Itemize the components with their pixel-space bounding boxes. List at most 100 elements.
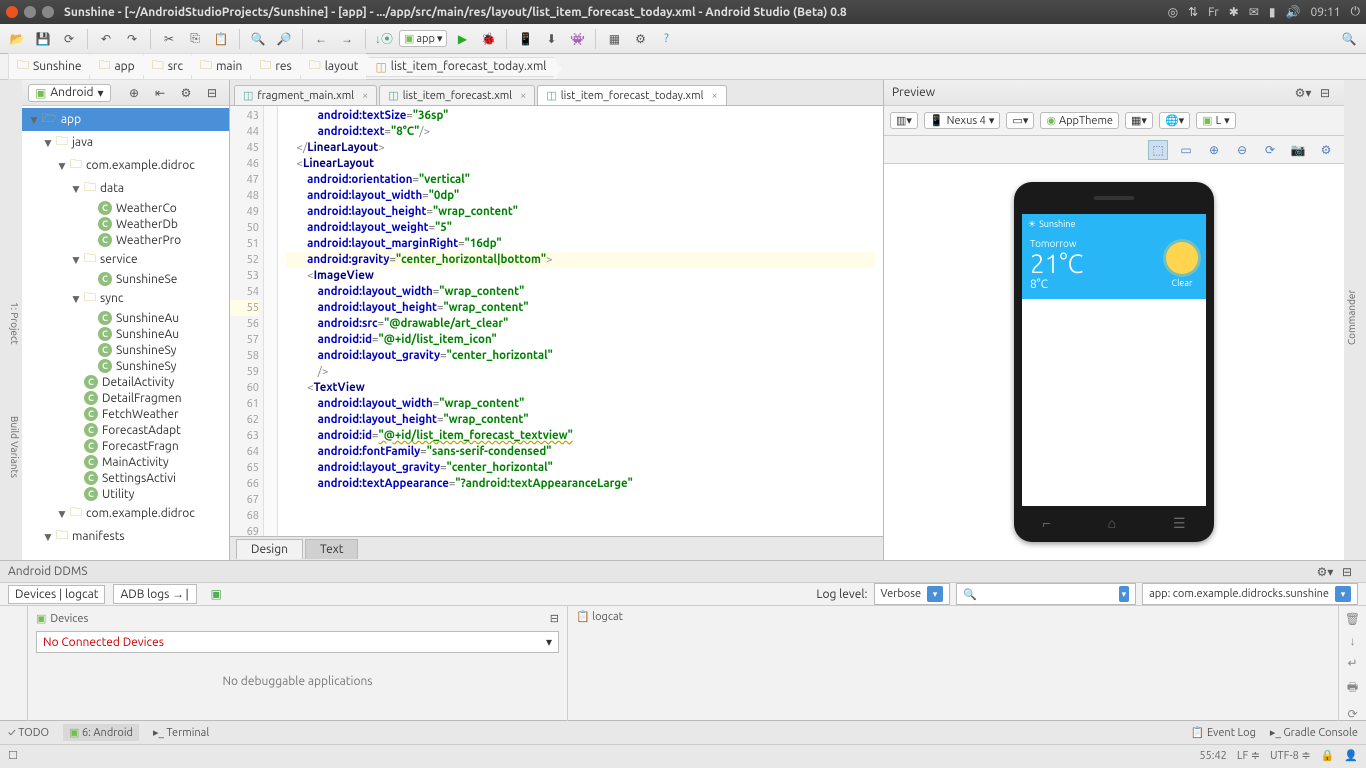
- editor-tab[interactable]: ◫fragment_main.xml×: [234, 85, 377, 105]
- design-tab[interactable]: Design: [236, 539, 303, 559]
- help-icon[interactable]: ?: [655, 28, 677, 50]
- logcat-scroll-icon[interactable]: ↓: [1350, 634, 1356, 648]
- tree-node[interactable]: CSunshineSe: [22, 271, 229, 287]
- ddms-hide-icon[interactable]: ⊟: [1336, 561, 1358, 583]
- mail-icon[interactable]: ✉: [1249, 5, 1259, 19]
- tree-node[interactable]: CWeatherDb: [22, 216, 229, 232]
- tree-node[interactable]: ▼🗀com.example.didroc: [22, 502, 229, 525]
- forward-icon[interactable]: →: [336, 28, 358, 50]
- avd-icon[interactable]: 📱: [514, 28, 536, 50]
- back-icon[interactable]: ←: [310, 28, 332, 50]
- line-ending[interactable]: LF ≑: [1237, 749, 1260, 762]
- zoom-out-icon[interactable]: ⊖: [1232, 140, 1252, 160]
- tree-node[interactable]: ▼🗀java: [22, 131, 229, 154]
- project-settings-icon[interactable]: ⊕: [123, 82, 145, 104]
- todo-tab[interactable]: ✓ TODO: [8, 727, 49, 739]
- event-log-tab[interactable]: 📋 Event Log: [1191, 726, 1256, 739]
- tree-node[interactable]: ▼🗀manifests: [22, 525, 229, 548]
- replace-icon[interactable]: 🔎: [273, 28, 295, 50]
- close-tab-icon[interactable]: ×: [520, 90, 526, 102]
- project-view-selector[interactable]: ▣ Android ▾: [28, 84, 111, 102]
- tree-node[interactable]: CWeatherCo: [22, 200, 229, 216]
- tree-node[interactable]: CDetailFragmen: [22, 390, 229, 406]
- tree-node[interactable]: CDetailActivity: [22, 374, 229, 390]
- editor-tab[interactable]: ◫list_item_forecast.xml×: [379, 85, 535, 105]
- close-tab-icon[interactable]: ×: [362, 90, 368, 102]
- ddms-tab-devices[interactable]: Devices | logcat: [8, 585, 105, 604]
- project-collapse-icon[interactable]: ⇤: [149, 82, 171, 104]
- code-editor[interactable]: android:textSize="36sp" android:text="8°…: [278, 106, 883, 536]
- debug-icon[interactable]: 🐞: [477, 28, 499, 50]
- preview-hide-icon[interactable]: ⊟: [1314, 82, 1336, 104]
- lock-icon[interactable]: 🔒: [1321, 749, 1335, 762]
- save-icon[interactable]: 💾: [32, 28, 54, 50]
- gutter-build-variants[interactable]: Build Variants: [7, 410, 22, 484]
- tree-node[interactable]: CSunshineSy: [22, 358, 229, 374]
- tree-node[interactable]: CSettingsActivi: [22, 470, 229, 486]
- tree-node[interactable]: ▼🗀sync: [22, 287, 229, 310]
- run-config-selector[interactable]: ▣app▾: [399, 30, 447, 47]
- breadcrumb-item[interactable]: 🗀layout: [300, 53, 367, 80]
- open-icon[interactable]: 📂: [6, 28, 28, 50]
- search-everywhere-icon[interactable]: 🔍: [1338, 28, 1360, 50]
- settings-icon[interactable]: ⚙: [629, 28, 651, 50]
- window-close-icon[interactable]: [6, 6, 18, 18]
- tree-node[interactable]: CSunshineSy: [22, 342, 229, 358]
- project-tree[interactable]: ▼🗁app▼🗀java▼🗀com.example.didroc▼🗀data CW…: [22, 106, 229, 560]
- cut-icon[interactable]: ✂: [158, 28, 180, 50]
- logcat-trash-icon[interactable]: 🗑: [1345, 612, 1360, 626]
- breadcrumb-item[interactable]: ◫list_item_forecast_today.xml: [366, 57, 554, 77]
- tree-node[interactable]: ▼🗁app: [22, 108, 229, 131]
- android-tab[interactable]: ▣ 6: Android: [63, 724, 139, 741]
- bluetooth-icon[interactable]: ✱: [1229, 5, 1239, 19]
- power-icon[interactable]: ⏻: [1351, 5, 1361, 19]
- gutter-project[interactable]: 1: Project: [7, 296, 22, 351]
- volume-icon[interactable]: 🔊: [1286, 5, 1301, 19]
- api-selector[interactable]: ▣L▾: [1196, 112, 1236, 129]
- breadcrumb-item[interactable]: 🗀main: [191, 53, 250, 80]
- clock[interactable]: 09:11: [1310, 6, 1340, 19]
- sync-icon[interactable]: ⟳: [58, 28, 80, 50]
- tree-node[interactable]: CUtility: [22, 486, 229, 502]
- sdk-icon[interactable]: ⬇: [540, 28, 562, 50]
- window-minimize-icon[interactable]: [24, 6, 36, 18]
- project-gear-icon[interactable]: ⚙: [175, 82, 197, 104]
- gradle-console-tab[interactable]: ▸_ Gradle Console: [1270, 726, 1358, 739]
- tree-node[interactable]: CForecastFragn: [22, 438, 229, 454]
- screenshot-button-icon[interactable]: ▣: [205, 583, 227, 605]
- device-selector[interactable]: 📱Nexus 4▾: [924, 112, 1001, 129]
- encoding[interactable]: UTF-8 ≑: [1270, 749, 1311, 762]
- hector-icon[interactable]: 👤: [1344, 749, 1358, 762]
- terminal-tab[interactable]: ▸_ Terminal: [153, 726, 209, 739]
- theme-selector[interactable]: ◉AppTheme: [1040, 112, 1119, 129]
- globe-selector[interactable]: 🌐▾: [1159, 112, 1190, 129]
- make-icon[interactable]: ↓⦿: [373, 28, 395, 50]
- screenshot-icon[interactable]: 📷: [1288, 140, 1308, 160]
- tree-node[interactable]: CForecastAdapt: [22, 422, 229, 438]
- breadcrumb-item[interactable]: 🗀Sunshine: [8, 53, 89, 80]
- ddms-gear-icon[interactable]: ⚙▾: [1314, 561, 1336, 583]
- preview-settings-icon[interactable]: ⚙: [1316, 140, 1336, 160]
- redo-icon[interactable]: ↷: [121, 28, 143, 50]
- status-toggle-icon[interactable]: ☐: [8, 749, 18, 762]
- tree-node[interactable]: ▼🗀com.example.didroc: [22, 154, 229, 177]
- text-tab[interactable]: Text: [305, 539, 359, 559]
- gutter-commander[interactable]: Commander: [1344, 283, 1359, 350]
- editor-tab[interactable]: ◫list_item_forecast_today.xml×: [537, 85, 726, 105]
- tree-node[interactable]: CSunshineAu: [22, 310, 229, 326]
- paste-icon[interactable]: 📋: [210, 28, 232, 50]
- tree-node[interactable]: CWeatherPro: [22, 232, 229, 248]
- zoom-in-icon[interactable]: ⊕: [1204, 140, 1224, 160]
- project-hide-icon[interactable]: ⊟: [201, 82, 223, 104]
- preview-gear-icon[interactable]: ⚙▾: [1292, 82, 1314, 104]
- render-config-selector[interactable]: ▥▾: [890, 112, 918, 129]
- logcat-restart-icon[interactable]: ⟳: [1347, 707, 1357, 721]
- fold-gutter[interactable]: [264, 106, 278, 536]
- tree-node[interactable]: CMainActivity: [22, 454, 229, 470]
- network-icon[interactable]: ⇅: [1188, 5, 1198, 19]
- logcat-wrap-icon[interactable]: ↵: [1347, 656, 1357, 670]
- viewport-icon[interactable]: ▭: [1176, 140, 1196, 160]
- tree-node[interactable]: ▼🗀data: [22, 177, 229, 200]
- copy-icon[interactable]: ⎘: [184, 28, 206, 50]
- select-mode-icon[interactable]: ⬚: [1148, 140, 1168, 160]
